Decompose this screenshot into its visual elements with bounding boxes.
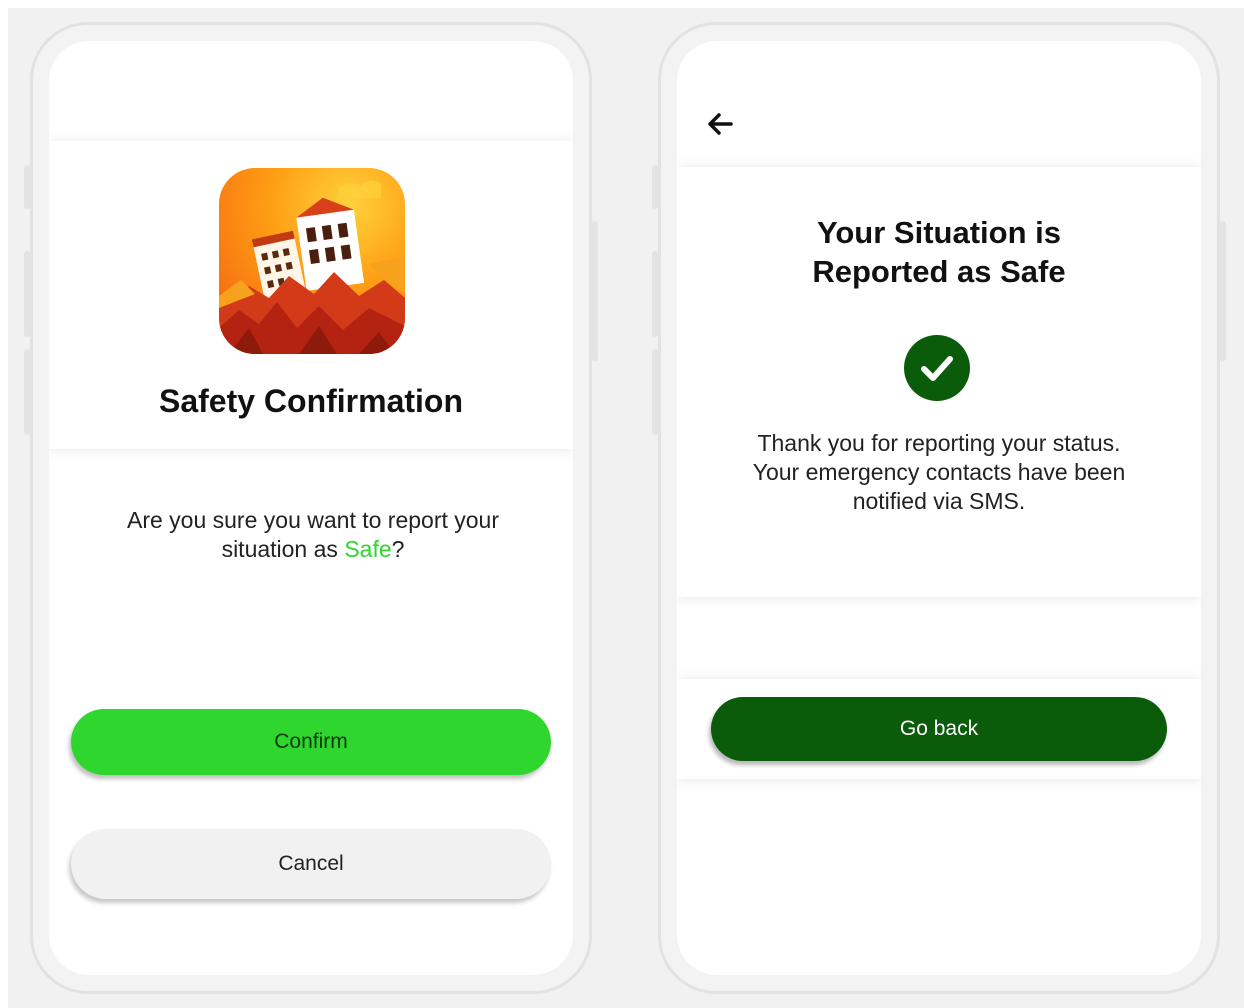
page-title: Safety Confirmation — [158, 383, 464, 419]
question-text: Are you sure you want to report your sit… — [126, 507, 500, 562]
confirmation-question: Are you sure you want to report your sit… — [83, 506, 543, 564]
result-title-line2: Reported as Safe — [812, 254, 1066, 289]
arrow-left-icon[interactable] — [705, 111, 735, 137]
cancel-button[interactable]: Cancel — [71, 829, 551, 899]
phone-side-button — [1220, 221, 1226, 361]
safe-highlight: Safe — [344, 536, 392, 562]
safety-confirmation-screen: Safety Confirmation Are you sure you wan… — [49, 41, 573, 975]
safe-report-screen: Your Situation is Reported as Safe Thank… — [677, 41, 1201, 975]
phone-side-button — [652, 251, 658, 337]
phone-frame-left: Safety Confirmation Are you sure you wan… — [24, 22, 598, 994]
result-title-line1: Your Situation is — [817, 215, 1061, 250]
phone-side-button — [652, 349, 658, 435]
result-title: Your Situation is Reported as Safe — [677, 213, 1201, 291]
phone-side-button — [24, 251, 30, 337]
check-circle-icon — [904, 335, 970, 401]
phone-side-button — [592, 221, 598, 361]
confirm-button[interactable]: Confirm — [71, 709, 551, 775]
earthquake-app-icon — [219, 168, 405, 354]
phone-side-button — [24, 165, 30, 209]
question-mark: ? — [391, 536, 405, 562]
phone-side-button — [24, 349, 30, 435]
phone-frame-right: Your Situation is Reported as Safe Thank… — [652, 22, 1226, 994]
phone-side-button — [652, 165, 658, 209]
go-back-button[interactable]: Go back — [711, 697, 1167, 761]
result-message: Thank you for reporting your status. You… — [752, 430, 1126, 514]
